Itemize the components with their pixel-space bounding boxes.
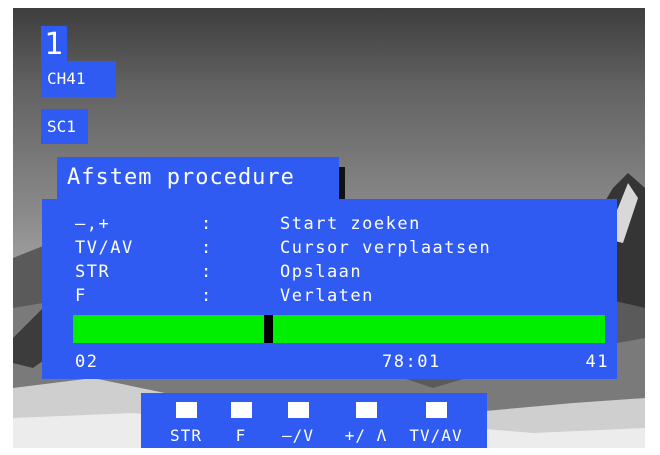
tv-screen: 1 CH41 SC1 Afstem procedure –,+ : Start … (13, 8, 645, 448)
square-key-icon (176, 402, 197, 418)
key-label: TV/AV (409, 426, 463, 445)
command-separator: : (201, 262, 213, 282)
command-action: Verlaten (280, 286, 374, 306)
minus-down-key-hint[interactable]: –/V (265, 393, 331, 448)
source-label: SC1 (41, 109, 88, 144)
tv-av-key-hint[interactable]: TV/AV (401, 393, 471, 448)
command-key: F (75, 286, 87, 306)
command-action: Start zoeken (280, 214, 421, 234)
plus-up-key-hint[interactable]: +/ Λ (333, 393, 399, 448)
tuning-bar[interactable] (73, 315, 605, 343)
command-separator: : (201, 214, 213, 234)
program-number: 1 (41, 26, 67, 64)
key-label: F (235, 426, 247, 445)
key-hint-bar: STR F –/V +/ Λ TV/AV (141, 393, 487, 448)
command-action: Opslaan (280, 262, 363, 282)
channel-label: CH41 (41, 61, 116, 97)
frequency-readout: 78:01 (382, 352, 441, 372)
scale-end-label: 41 (585, 352, 609, 372)
square-key-icon (426, 402, 447, 418)
square-key-icon (231, 402, 252, 418)
store-key-hint[interactable]: STR (157, 393, 215, 448)
command-key: TV/AV (75, 238, 134, 258)
scale-start-label: 02 (75, 352, 99, 372)
tuning-panel: –,+ : Start zoeken TV/AV : Cursor verpla… (42, 199, 617, 379)
square-key-icon (356, 402, 377, 418)
command-separator: : (201, 238, 213, 258)
command-separator: : (201, 286, 213, 306)
exit-key-hint[interactable]: F (221, 393, 261, 448)
command-key: STR (75, 262, 111, 282)
key-label: –/V (282, 426, 314, 445)
square-key-icon (288, 402, 309, 418)
dialog-title: Afstem procedure (57, 157, 339, 199)
tuning-cursor[interactable] (264, 315, 273, 343)
key-label: +/ Λ (344, 426, 388, 445)
command-key: –,+ (75, 214, 111, 234)
command-action: Cursor verplaatsen (280, 238, 492, 258)
key-label: STR (170, 426, 202, 445)
